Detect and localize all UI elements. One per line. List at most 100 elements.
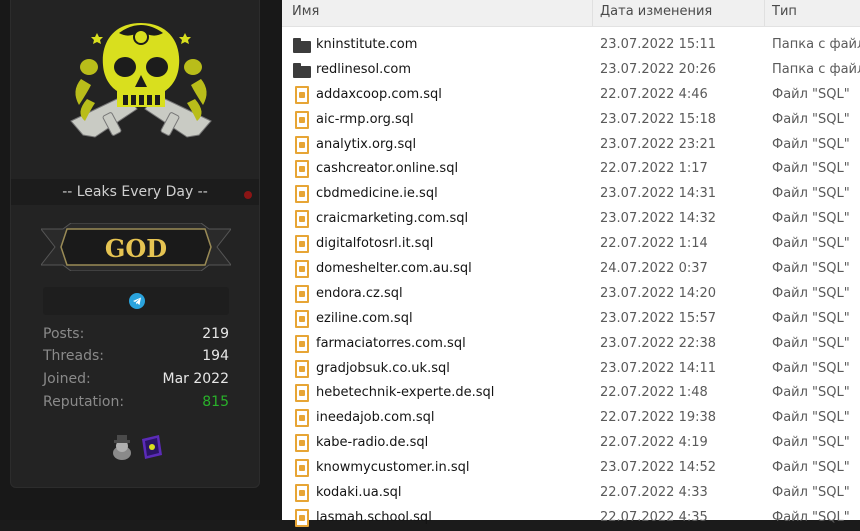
file-type: Файл "SQL" — [772, 236, 850, 252]
file-row[interactable]: domeshelter.com.au.sql 24.07.2022 0:37 Фай… — [282, 257, 860, 282]
file-name: farmaciatorres.com.sql — [316, 335, 466, 351]
sql-file-icon — [293, 459, 311, 478]
folder-row[interactable]: kninstitute.com 23.07.2022 15:11 Папка с ф… — [282, 33, 860, 58]
user-profile-card: -- Leaks Every Day -- GOD Posts: 219 Thr… — [10, 0, 260, 488]
file-date: 23.07.2022 14:32 — [600, 211, 717, 227]
file-row[interactable]: farmaciatorres.com.sql 23.07.2022 22:38 Фа… — [282, 332, 860, 357]
file-row[interactable]: knowmycustomer.in.sql 23.07.2022 14:52 Фай… — [282, 456, 860, 481]
sql-file-icon — [293, 334, 311, 353]
file-date: 23.07.2022 15:57 — [600, 310, 717, 326]
file-row[interactable]: addaxcoop.com.sql 22.07.2022 4:46 Файл "SQ… — [282, 83, 860, 108]
sql-file-icon — [293, 135, 311, 154]
sql-file-icon — [293, 508, 311, 527]
file-row[interactable]: hebetechnik-experte.de.sql 22.07.2022 1:4… — [282, 381, 860, 406]
file-name: kninstitute.com — [316, 37, 418, 52]
file-name: domeshelter.com.au.sql — [316, 261, 472, 277]
file-name: endora.cz.sql — [316, 285, 403, 301]
sql-file-icon — [293, 85, 311, 104]
file-name: lasmah.school.sql — [316, 509, 432, 525]
file-name: ineedajob.com.sql — [316, 410, 435, 426]
column-divider[interactable] — [592, 0, 593, 26]
file-type: Файл "SQL" — [772, 86, 850, 102]
file-date: 23.07.2022 22:38 — [600, 335, 717, 351]
file-date: 22.07.2022 1:14 — [600, 236, 708, 252]
file-date: 23.07.2022 15:18 — [600, 111, 717, 127]
column-divider[interactable] — [764, 0, 765, 26]
file-name: eziline.com.sql — [316, 310, 413, 326]
stat-value: 219 — [202, 326, 229, 342]
file-date: 22.07.2022 4:33 — [600, 485, 708, 501]
sql-file-icon — [293, 260, 311, 279]
file-row[interactable]: gradjobsuk.co.uk.sql 23.07.2022 14:11 Файл… — [282, 357, 860, 382]
file-type: Файл "SQL" — [772, 509, 850, 525]
file-type: Файл "SQL" — [772, 211, 850, 227]
file-type: Папка с файл — [772, 61, 860, 77]
forum-tagline: -- Leaks Every Day -- — [11, 179, 259, 205]
stat-joined: Joined: Mar 2022 — [43, 371, 229, 387]
telegram-icon[interactable] — [129, 293, 145, 309]
file-date: 22.07.2022 4:46 — [600, 86, 708, 102]
stat-label: Reputation: — [43, 394, 125, 410]
file-type: Файл "SQL" — [772, 335, 850, 351]
file-name: aic-rmp.org.sql — [316, 111, 414, 127]
folder-icon — [293, 61, 311, 79]
sql-file-icon — [293, 185, 311, 204]
sql-file-icon — [293, 160, 311, 179]
column-header-bar: Имя Дата изменения Тип — [282, 0, 860, 27]
file-date: 22.07.2022 4:35 — [600, 509, 708, 525]
file-type: Файл "SQL" — [772, 186, 850, 202]
folder-row[interactable]: redlinesol.com 23.07.2022 20:26 Папка с фа… — [282, 58, 860, 83]
file-date: 22.07.2022 4:19 — [600, 435, 708, 451]
file-row[interactable]: endora.cz.sql 23.07.2022 14:20 Файл "SQL" — [282, 282, 860, 307]
file-type: Файл "SQL" — [772, 435, 850, 451]
skull-logo-icon — [61, 9, 221, 159]
file-date: 23.07.2022 14:20 — [600, 285, 717, 301]
file-name: knowmycustomer.in.sql — [316, 460, 470, 476]
purple-badge-icon[interactable] — [139, 433, 165, 461]
file-type: Файл "SQL" — [772, 485, 850, 501]
file-row[interactable]: ineedajob.com.sql 22.07.2022 19:38 Файл "S… — [282, 406, 860, 431]
file-date: 23.07.2022 23:21 — [600, 136, 717, 152]
file-name: kodaki.ua.sql — [316, 485, 402, 501]
reputation-value[interactable]: 815 — [202, 394, 229, 410]
rank-label: GOD — [105, 234, 167, 263]
file-row[interactable]: eziline.com.sql 23.07.2022 15:57 Файл "SQL… — [282, 307, 860, 332]
rank-banner: GOD — [39, 222, 233, 272]
file-row[interactable]: cashcreator.online.sql 22.07.2022 1:17 Фай… — [282, 157, 860, 182]
file-date: 23.07.2022 14:31 — [600, 186, 717, 202]
file-type: Файл "SQL" — [772, 360, 850, 376]
file-date: 23.07.2022 14:52 — [600, 460, 717, 476]
file-row[interactable]: kodaki.ua.sql 22.07.2022 4:33 Файл "SQL" — [282, 481, 860, 506]
stat-posts: Posts: 219 — [43, 326, 229, 342]
file-name: kabe-radio.de.sql — [316, 435, 429, 451]
file-date: 22.07.2022 1:48 — [600, 385, 708, 401]
file-name: analytix.org.sql — [316, 136, 417, 152]
column-header-name[interactable]: Имя — [292, 4, 319, 19]
file-row[interactable]: analytix.org.sql 23.07.2022 23:21 Файл "SQ… — [282, 133, 860, 158]
file-row[interactable]: kabe-radio.de.sql 22.07.2022 4:19 Файл "SQ… — [282, 431, 860, 456]
file-row[interactable]: digitalfotosrl.it.sql 22.07.2022 1:14 Файл… — [282, 232, 860, 257]
stat-reputation: Reputation: 815 — [43, 394, 229, 410]
sql-file-icon — [293, 235, 311, 254]
sql-file-icon — [293, 384, 311, 403]
sql-file-icon — [293, 110, 311, 129]
sql-file-icon — [293, 284, 311, 303]
file-name: digitalfotosrl.it.sql — [316, 236, 434, 252]
column-header-type[interactable]: Тип — [772, 4, 797, 19]
folder-icon — [293, 36, 311, 54]
hat-badge-icon[interactable] — [109, 433, 135, 461]
file-row[interactable]: craicmarketing.com.sql 23.07.2022 14:32 Фа… — [282, 207, 860, 232]
column-header-date[interactable]: Дата изменения — [600, 4, 712, 19]
social-links-box — [43, 287, 229, 315]
file-name: addaxcoop.com.sql — [316, 86, 442, 102]
stat-threads: Threads: 194 — [43, 348, 229, 364]
file-row[interactable]: cbdmedicine.ie.sql 23.07.2022 14:31 Файл "… — [282, 182, 860, 207]
file-type: Файл "SQL" — [772, 385, 850, 401]
file-row[interactable]: aic-rmp.org.sql 23.07.2022 15:18 Файл "SQL… — [282, 108, 860, 133]
file-date: 24.07.2022 0:37 — [600, 261, 708, 277]
stat-label: Joined: — [43, 371, 91, 387]
file-row[interactable]: lasmah.school.sql 22.07.2022 4:35 Файл "SQ… — [282, 506, 860, 531]
file-name: gradjobsuk.co.uk.sql — [316, 360, 450, 376]
file-name: cashcreator.online.sql — [316, 161, 459, 177]
stat-label: Posts: — [43, 326, 85, 342]
